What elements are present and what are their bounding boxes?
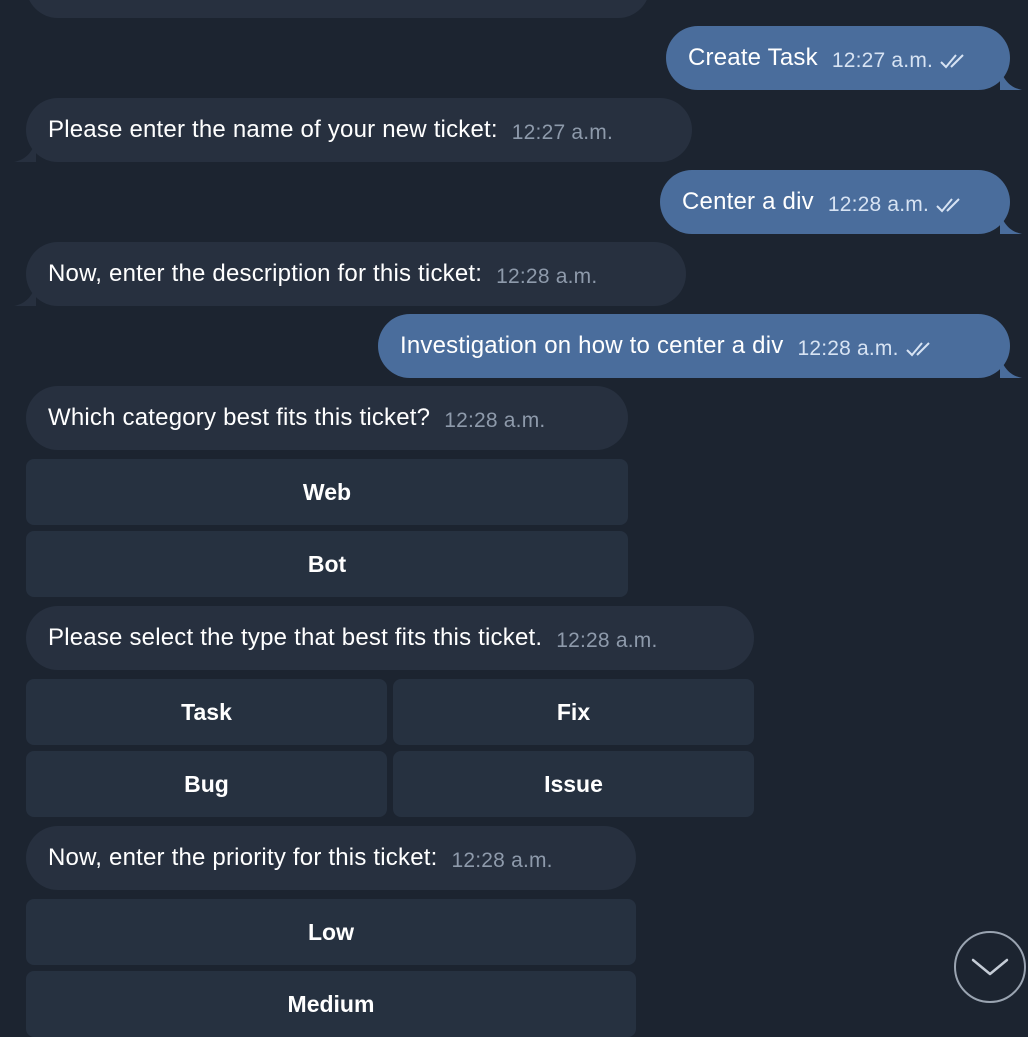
message-time: 12:28 a.m. (556, 629, 658, 652)
type-button-bug[interactable]: Bug (26, 751, 387, 817)
message-time: 12:28 a.m. (444, 409, 546, 432)
message-text: Investigation on how to center a div (400, 332, 784, 359)
message-time: 12:28 a.m. (451, 849, 553, 872)
message-text: Now, enter the description for this tick… (48, 260, 483, 287)
priority-button-low[interactable]: Low (26, 899, 636, 965)
message-time: 12:28 a.m. (827, 193, 930, 216)
message-time: 12:27 a.m. (511, 121, 614, 144)
bubble-tail (1000, 68, 1022, 90)
category-button-web[interactable]: Web (26, 459, 628, 525)
bubble-tail (1000, 212, 1022, 234)
incoming-message: Please enter the name of your new ticket… (14, 98, 692, 162)
message-time: 12:28 a.m. (496, 265, 598, 288)
double-check-icon (936, 198, 960, 213)
message-text: Which category best fits this ticket? (48, 404, 431, 431)
message-time: 12:27 a.m. (831, 49, 934, 72)
message-text: Please select the type that best fits th… (48, 624, 543, 651)
outgoing-message: Create Task 12:27 a.m. (666, 26, 1022, 90)
message-bubble-partial (26, 0, 650, 18)
double-check-icon (940, 54, 964, 69)
message-text: Center a div (682, 188, 814, 215)
outgoing-message: Investigation on how to center a div 12:… (378, 314, 1022, 378)
chevron-down-icon (971, 958, 1009, 976)
double-check-icon (905, 342, 930, 357)
scroll-down-button[interactable] (954, 931, 1026, 1003)
category-button-bot[interactable]: Bot (26, 531, 628, 597)
incoming-message: Please select the type that best fits th… (26, 606, 754, 670)
bubble-tail (14, 284, 36, 306)
priority-button-medium[interactable]: Medium (26, 971, 636, 1037)
message-text: Please enter the name of your new ticket… (48, 116, 498, 143)
message-text: Create Task (688, 44, 818, 71)
incoming-message: Which category best fits this ticket? 12… (26, 386, 628, 450)
outgoing-message: Center a div 12:28 a.m. (660, 170, 1022, 234)
incoming-message: Now, enter the description for this tick… (14, 242, 686, 306)
message-time: 12:28 a.m. (797, 337, 899, 360)
bubble-tail (14, 140, 36, 162)
incoming-message: Now, enter the priority for this ticket:… (26, 826, 636, 890)
type-button-issue[interactable]: Issue (393, 751, 754, 817)
message-text: Now, enter the priority for this ticket: (48, 844, 438, 871)
type-button-fix[interactable]: Fix (393, 679, 754, 745)
type-button-task[interactable]: Task (26, 679, 387, 745)
bubble-tail (1000, 356, 1022, 378)
